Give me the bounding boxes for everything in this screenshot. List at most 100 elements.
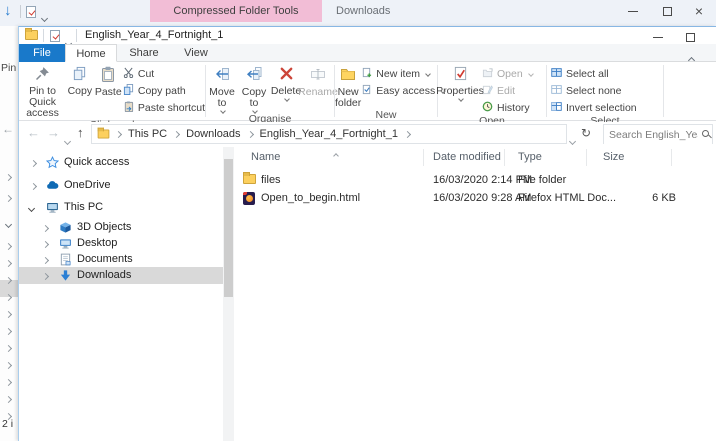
- invert-selection-button[interactable]: Invert selection: [551, 100, 637, 115]
- cut-icon: [123, 67, 134, 81]
- tree-chevron-icon[interactable]: [4, 287, 13, 305]
- copy-to-button[interactable]: Copy to: [238, 64, 270, 114]
- downloads-arrow-icon: [59, 269, 72, 285]
- maximize-button[interactable]: [652, 1, 682, 21]
- scroll-down-icon[interactable]: [225, 432, 231, 441]
- search-input[interactable]: [604, 126, 712, 144]
- chevron-expanded-icon[interactable]: [27, 202, 36, 214]
- explorer-window: English_Year_4_Fortnight_1 × File Home S…: [18, 26, 716, 441]
- quick-access-toolbar-properties-icon[interactable]: [26, 5, 36, 23]
- paste-shortcut-button[interactable]: Paste shortcut: [123, 100, 205, 115]
- close-button[interactable]: ×: [684, 1, 714, 21]
- chevron-right-icon[interactable]: [29, 157, 38, 169]
- tree-chevron-icon[interactable]: [4, 355, 13, 373]
- column-divider[interactable]: [586, 149, 587, 166]
- ribbon-tab-strip: File Home Share View: [19, 44, 716, 65]
- tree-chevron-expanded-icon[interactable]: [4, 214, 13, 232]
- copy-path-button[interactable]: Copy path: [123, 83, 205, 98]
- tree-chevron-icon[interactable]: [4, 188, 13, 206]
- column-headers: Name Date modified Type Size: [234, 147, 716, 168]
- sidebar-item-downloads[interactable]: Downloads: [19, 267, 223, 284]
- column-divider[interactable]: [423, 149, 424, 166]
- back-arrow-icon[interactable]: ←: [2, 122, 14, 136]
- sidebar-item-quick-access[interactable]: Quick access: [19, 154, 223, 171]
- divider: [43, 29, 44, 42]
- tree-chevron-icon[interactable]: [4, 389, 13, 407]
- tree-chevron-icon[interactable]: [4, 321, 13, 339]
- open-icon: [482, 67, 493, 81]
- tree-chevron-icon[interactable]: [4, 253, 13, 271]
- breadcrumb-downloads[interactable]: Downloads: [181, 128, 245, 140]
- sidebar-item-3d-objects[interactable]: 3D Objects: [19, 219, 223, 236]
- tab-home[interactable]: Home: [65, 44, 117, 62]
- search-box[interactable]: [603, 124, 713, 144]
- cut-button[interactable]: Cut: [123, 66, 205, 81]
- sidebar-scrollbar[interactable]: [223, 147, 234, 441]
- history-button[interactable]: History: [482, 100, 533, 115]
- background-window-title: Downloads: [336, 5, 391, 17]
- minimize-button[interactable]: [618, 1, 648, 21]
- ribbon: Pin to Quick access Copy Paste Cut Copy …: [19, 62, 716, 131]
- refresh-icon[interactable]: ↻: [581, 126, 591, 140]
- sidebar-item-this-pc[interactable]: This PC: [19, 199, 223, 216]
- copy-button[interactable]: Copy: [66, 64, 94, 97]
- sidebar-item-documents[interactable]: Documents: [19, 251, 223, 268]
- contextual-tab-compressed-folder-tools[interactable]: Compressed Folder Tools: [150, 0, 322, 22]
- sidebar-item-desktop[interactable]: Desktop: [19, 235, 223, 252]
- paste-button[interactable]: Paste: [94, 64, 123, 98]
- chevron-right-icon[interactable]: [41, 238, 50, 250]
- column-header-date-modified[interactable]: Date modified: [433, 151, 501, 163]
- breadcrumb-chevron-icon: [403, 128, 412, 140]
- up-arrow-icon[interactable]: ↑: [77, 125, 84, 140]
- move-to-button[interactable]: Move to: [206, 64, 238, 114]
- column-divider[interactable]: [504, 149, 505, 166]
- column-header-name[interactable]: Name: [251, 151, 280, 163]
- properties-icon: [453, 66, 468, 84]
- chevron-right-icon[interactable]: [41, 222, 50, 234]
- easy-access-button[interactable]: Easy access: [361, 83, 447, 98]
- ribbon-group-clipboard: Pin to Quick access Copy Paste Cut Copy …: [19, 62, 205, 131]
- select-none-button[interactable]: Select none: [551, 83, 637, 98]
- easy-access-icon: [361, 84, 372, 98]
- scrollbar-thumb[interactable]: [224, 159, 233, 297]
- tab-view[interactable]: View: [171, 44, 221, 62]
- copy-path-icon: [123, 83, 134, 98]
- new-folder-button[interactable]: New folder: [335, 64, 361, 109]
- breadcrumb[interactable]: This PC Downloads English_Year_4_Fortnig…: [91, 124, 567, 144]
- file-row[interactable]: Open_to_begin.html 16/03/2020 9:28 AM Fi…: [234, 189, 716, 207]
- chevron-right-icon[interactable]: [41, 270, 50, 282]
- divider: [20, 5, 21, 18]
- tree-chevron-icon[interactable]: [4, 338, 13, 356]
- back-arrow-icon[interactable]: ←: [27, 125, 40, 140]
- select-all-icon: [551, 67, 562, 81]
- new-item-button[interactable]: New item: [361, 66, 445, 81]
- ribbon-group-organise: Move to Copy to Delete Rename Organise: [206, 62, 338, 125]
- tab-share[interactable]: Share: [117, 44, 171, 62]
- breadcrumb-this-pc[interactable]: This PC: [123, 128, 172, 140]
- properties-button[interactable]: Properties: [436, 64, 484, 102]
- tree-chevron-icon[interactable]: [4, 372, 13, 390]
- breadcrumb-current-folder[interactable]: English_Year_4_Fortnight_1: [255, 128, 403, 140]
- tree-chevron-icon[interactable]: [4, 304, 13, 322]
- tree-chevron-icon[interactable]: [4, 270, 13, 288]
- column-header-size[interactable]: Size: [603, 151, 624, 163]
- sidebar-item-onedrive[interactable]: OneDrive: [19, 177, 223, 194]
- column-divider[interactable]: [671, 149, 672, 166]
- select-all-button[interactable]: Select all: [551, 66, 637, 81]
- quick-access-toolbar-dropdown-icon[interactable]: [40, 8, 49, 26]
- tab-file[interactable]: File: [19, 44, 65, 62]
- tree-chevron-icon[interactable]: [4, 167, 13, 185]
- delete-icon: [279, 66, 294, 84]
- column-header-type[interactable]: Type: [518, 151, 542, 163]
- file-row[interactable]: files 16/03/2020 2:14 PM File folder: [234, 171, 716, 189]
- chevron-right-icon[interactable]: [41, 254, 50, 266]
- rename-button: Rename: [298, 64, 338, 98]
- window-title: English_Year_4_Fortnight_1: [85, 29, 224, 41]
- tree-chevron-icon[interactable]: [4, 236, 13, 254]
- folder-icon: [97, 127, 110, 139]
- chevron-right-icon[interactable]: [29, 180, 38, 192]
- move-to-icon: [214, 66, 230, 85]
- pin-to-quick-access-button[interactable]: Pin to Quick access: [19, 64, 66, 119]
- copy-to-icon: [246, 66, 262, 85]
- forward-arrow-icon[interactable]: →: [47, 125, 60, 140]
